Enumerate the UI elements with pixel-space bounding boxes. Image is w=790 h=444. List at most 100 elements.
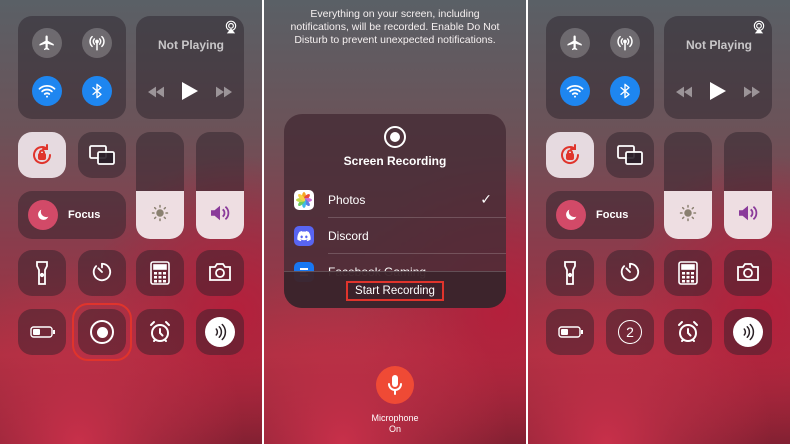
airplay-icon[interactable] [752, 20, 766, 34]
bluetooth-toggle[interactable] [610, 76, 640, 106]
moon-icon [28, 200, 58, 230]
app-name: Discord [328, 229, 369, 243]
airplane-icon [39, 35, 54, 51]
rewind-icon[interactable] [148, 86, 164, 98]
screen-mirroring-icon [89, 145, 115, 165]
connectivity-module [546, 16, 654, 119]
record-icon [384, 126, 406, 148]
cellular-antenna-icon [617, 35, 633, 51]
rewind-icon[interactable] [676, 86, 692, 98]
calculator-button[interactable] [664, 250, 712, 296]
microphone-state: On [388, 424, 401, 434]
nfc-icon [733, 317, 763, 347]
screen-mirroring-icon [617, 145, 643, 165]
bluetooth-icon [92, 83, 102, 99]
orientation-lock-toggle[interactable] [546, 132, 594, 178]
timer-button[interactable] [606, 250, 654, 296]
brightness-slider[interactable] [136, 132, 184, 239]
now-playing-module[interactable]: Not Playing [136, 16, 244, 119]
wifi-icon [566, 84, 584, 98]
app-name: Photos [328, 193, 366, 207]
alarm-clock-icon [678, 321, 698, 342]
calculator-button[interactable] [136, 250, 184, 296]
alarm-clock-icon [150, 321, 170, 342]
flashlight-icon [36, 261, 48, 285]
cellular-toggle[interactable] [82, 28, 112, 58]
play-icon[interactable] [182, 82, 198, 100]
screen-mirroring-button[interactable] [78, 132, 126, 178]
alarm-button[interactable] [664, 309, 712, 355]
speaker-icon [739, 205, 758, 221]
connectivity-module [18, 16, 126, 119]
brightness-slider[interactable] [664, 132, 712, 239]
countdown-icon: 2 [618, 320, 642, 344]
brightness-icon [679, 204, 697, 222]
now-playing-module[interactable]: Not Playing [664, 16, 772, 119]
play-icon[interactable] [710, 82, 726, 100]
wifi-icon [38, 84, 56, 98]
camera-icon [737, 263, 759, 281]
sheet-title: Screen Recording [343, 154, 447, 168]
camera-icon [209, 263, 231, 281]
focus-label: Focus [68, 209, 101, 221]
orientation-lock-icon [561, 144, 580, 164]
now-playing-title: Not Playing [158, 38, 225, 52]
airplay-icon[interactable] [224, 20, 238, 34]
airplane-mode-toggle[interactable] [560, 28, 590, 58]
flashlight-button[interactable] [18, 250, 66, 296]
nfc-reader-button[interactable] [724, 309, 772, 355]
orientation-lock-icon [33, 144, 52, 164]
recording-notice: Everything on your screen, including not… [290, 8, 500, 46]
timer-icon [620, 262, 640, 282]
low-power-mode-button[interactable] [18, 309, 66, 355]
timer-button[interactable] [78, 250, 126, 296]
wifi-toggle[interactable] [32, 76, 62, 106]
microphone-label: Microphone [371, 413, 419, 423]
focus-button[interactable]: Focus [546, 191, 654, 239]
volume-slider[interactable] [196, 132, 244, 239]
control-center-panel-1: Not Playing Focus [0, 0, 262, 444]
photos-icon [294, 190, 314, 210]
screen-mirroring-button[interactable] [606, 132, 654, 178]
start-recording-button[interactable]: Start Recording [346, 281, 444, 301]
cellular-antenna-icon [89, 35, 105, 51]
screen-recording-sheet: Screen Recording Photos ✓ Discord Facebo… [284, 114, 506, 308]
screen-recording-button[interactable]: 2 [606, 309, 654, 355]
microphone-toggle[interactable] [376, 366, 414, 404]
low-power-mode-button[interactable] [546, 309, 594, 355]
fast-forward-icon[interactable] [216, 86, 232, 98]
bluetooth-icon [620, 83, 630, 99]
brightness-icon [151, 204, 169, 222]
screen-recording-panel: Everything on your screen, including not… [264, 0, 526, 444]
discord-icon [294, 226, 314, 246]
calculator-icon [678, 261, 698, 285]
moon-icon [556, 200, 586, 230]
battery-icon [30, 326, 55, 338]
camera-button[interactable] [196, 250, 244, 296]
list-item-photos[interactable]: Photos ✓ [284, 182, 506, 218]
screen-recording-highlight [72, 303, 132, 361]
list-item-discord[interactable]: Discord [284, 218, 506, 254]
countdown-number: 2 [626, 324, 634, 340]
bluetooth-toggle[interactable] [82, 76, 112, 106]
flashlight-button[interactable] [546, 250, 594, 296]
calculator-icon [150, 261, 170, 285]
now-playing-title: Not Playing [686, 38, 753, 52]
checkmark-icon: ✓ [480, 191, 492, 207]
flashlight-icon [564, 261, 576, 285]
timer-icon [92, 262, 112, 282]
cellular-toggle[interactable] [610, 28, 640, 58]
fast-forward-icon[interactable] [744, 86, 760, 98]
speaker-icon [211, 205, 230, 221]
volume-slider[interactable] [724, 132, 772, 239]
focus-button[interactable]: Focus [18, 191, 126, 239]
microphone-icon [388, 375, 402, 395]
airplane-icon [567, 35, 582, 51]
airplane-mode-toggle[interactable] [32, 28, 62, 58]
nfc-reader-button[interactable] [196, 309, 244, 355]
nfc-icon [205, 317, 235, 347]
orientation-lock-toggle[interactable] [18, 132, 66, 178]
camera-button[interactable] [724, 250, 772, 296]
alarm-button[interactable] [136, 309, 184, 355]
wifi-toggle[interactable] [560, 76, 590, 106]
